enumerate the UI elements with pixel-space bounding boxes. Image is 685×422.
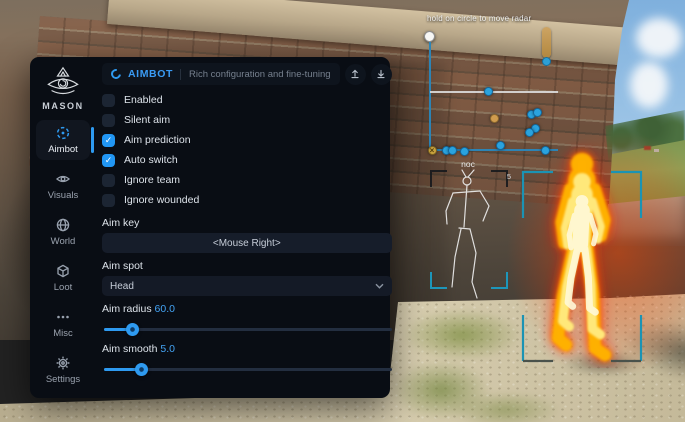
aim-key-button[interactable]: <Mouse Right>	[102, 233, 392, 253]
toggle-ignore-wounded[interactable]: ✓ Ignore wounded	[102, 190, 392, 210]
sidebar-item-label: Aimbot	[48, 144, 78, 155]
sidebar-nav: Aimbot Visuals World	[30, 120, 96, 390]
aim-key-label: Aim key	[102, 217, 392, 229]
sidebar-item-label: Settings	[46, 374, 80, 385]
radar-drag-handle[interactable]	[424, 31, 435, 42]
eye-icon	[55, 171, 71, 187]
panel-header: AIMBOT Rich configuration and fine-tunin…	[102, 63, 392, 85]
header-title-bar: AIMBOT Rich configuration and fine-tunin…	[102, 63, 340, 85]
toggle-enabled[interactable]: ✓ Enabled	[102, 90, 392, 110]
cloud	[636, 18, 682, 58]
radar-tooltip: hold on circle to move radar	[427, 14, 587, 23]
toggle-silent-aim[interactable]: ✓ Silent aim	[102, 110, 392, 130]
toggle-label: Auto switch	[124, 154, 178, 166]
loot-box-icon	[55, 263, 71, 279]
sidebar-item-label: Loot	[54, 282, 73, 293]
sidebar-item-misc[interactable]: Misc	[36, 304, 90, 344]
checkbox: ✓	[102, 94, 115, 107]
slider-label: Aim smooth	[102, 343, 157, 355]
aim-spot-label: Aim spot	[102, 260, 392, 272]
toggle-label: Ignore wounded	[124, 194, 199, 206]
brand-name: MASON	[42, 101, 84, 111]
checkbox: ✓	[102, 154, 115, 167]
page-title: AIMBOT	[128, 68, 173, 80]
aim-spot-select[interactable]: Head	[102, 276, 392, 296]
aim-radius-slider[interactable]	[102, 322, 392, 336]
checkbox: ✓	[102, 114, 115, 127]
sidebar-item-visuals[interactable]: Visuals	[36, 166, 90, 206]
esp-target-name: noc	[461, 159, 475, 169]
globe-icon	[55, 217, 71, 233]
slider-thumb[interactable]	[126, 323, 139, 336]
marker-capsule	[542, 27, 551, 58]
marker-dot	[542, 57, 551, 66]
sidebar-item-loot[interactable]: Loot	[36, 258, 90, 298]
gear-icon	[55, 355, 71, 371]
crosshair-icon	[55, 125, 71, 141]
download-icon	[375, 68, 387, 80]
sidebar-item-settings[interactable]: Settings	[36, 350, 90, 390]
radar-dot-enemy	[448, 146, 457, 155]
aim-radius-label: Aim radius 60.0	[102, 303, 392, 315]
slider-label: Aim radius	[102, 303, 152, 315]
sidebar-item-label: Visuals	[48, 190, 78, 201]
checkbox: ✓	[102, 174, 115, 187]
spinner-icon	[109, 67, 123, 81]
sidebar: MASON Aimbot Visuals	[30, 57, 96, 398]
toggle-label: Ignore team	[124, 174, 180, 186]
sidebar-item-label: Misc	[53, 328, 73, 339]
radar-left-line	[429, 42, 431, 151]
export-config-button[interactable]	[345, 64, 366, 85]
toggle-ignore-team[interactable]: ✓ Ignore team	[102, 170, 392, 190]
sidebar-item-world[interactable]: World	[36, 212, 90, 252]
aim-smooth-slider[interactable]	[102, 362, 392, 376]
mason-logo-icon	[44, 66, 82, 99]
esp-player-box	[518, 167, 648, 367]
slider-value: 5.0	[160, 343, 175, 355]
panel-content: AIMBOT Rich configuration and fine-tunin…	[96, 57, 405, 398]
toggle-label: Aim prediction	[124, 134, 191, 146]
brand: MASON	[42, 66, 84, 111]
toggle-label: Enabled	[124, 94, 163, 106]
toggle-auto-switch[interactable]: ✓ Auto switch	[102, 150, 392, 170]
checkbox: ✓	[102, 194, 115, 207]
slider-thumb[interactable]	[135, 363, 148, 376]
esp-skeleton: noc 5	[425, 158, 520, 308]
page-subtitle: Rich configuration and fine-tuning	[180, 69, 331, 80]
radar-dot-dead: ×	[428, 146, 437, 155]
toggle-aim-prediction[interactable]: ✓ Aim prediction	[102, 130, 392, 150]
sidebar-item-aimbot[interactable]: Aimbot	[36, 120, 90, 160]
toggle-label: Silent aim	[124, 114, 170, 126]
import-config-button[interactable]	[371, 64, 392, 85]
slider-value: 60.0	[155, 303, 175, 315]
aim-smooth-label: Aim smooth 5.0	[102, 343, 392, 355]
chevron-down-icon	[375, 283, 384, 289]
ellipsis-icon	[55, 309, 71, 325]
aim-spot-value: Head	[110, 281, 375, 292]
sidebar-item-label: World	[51, 236, 76, 247]
checkbox: ✓	[102, 134, 115, 147]
game-screenshot: hold on circle to move radar ×	[0, 0, 685, 422]
upload-icon	[349, 68, 361, 80]
menu-panel: MASON Aimbot Visuals	[30, 57, 390, 398]
esp-target-distance: 5	[507, 172, 511, 181]
slider-track[interactable]	[104, 328, 392, 331]
